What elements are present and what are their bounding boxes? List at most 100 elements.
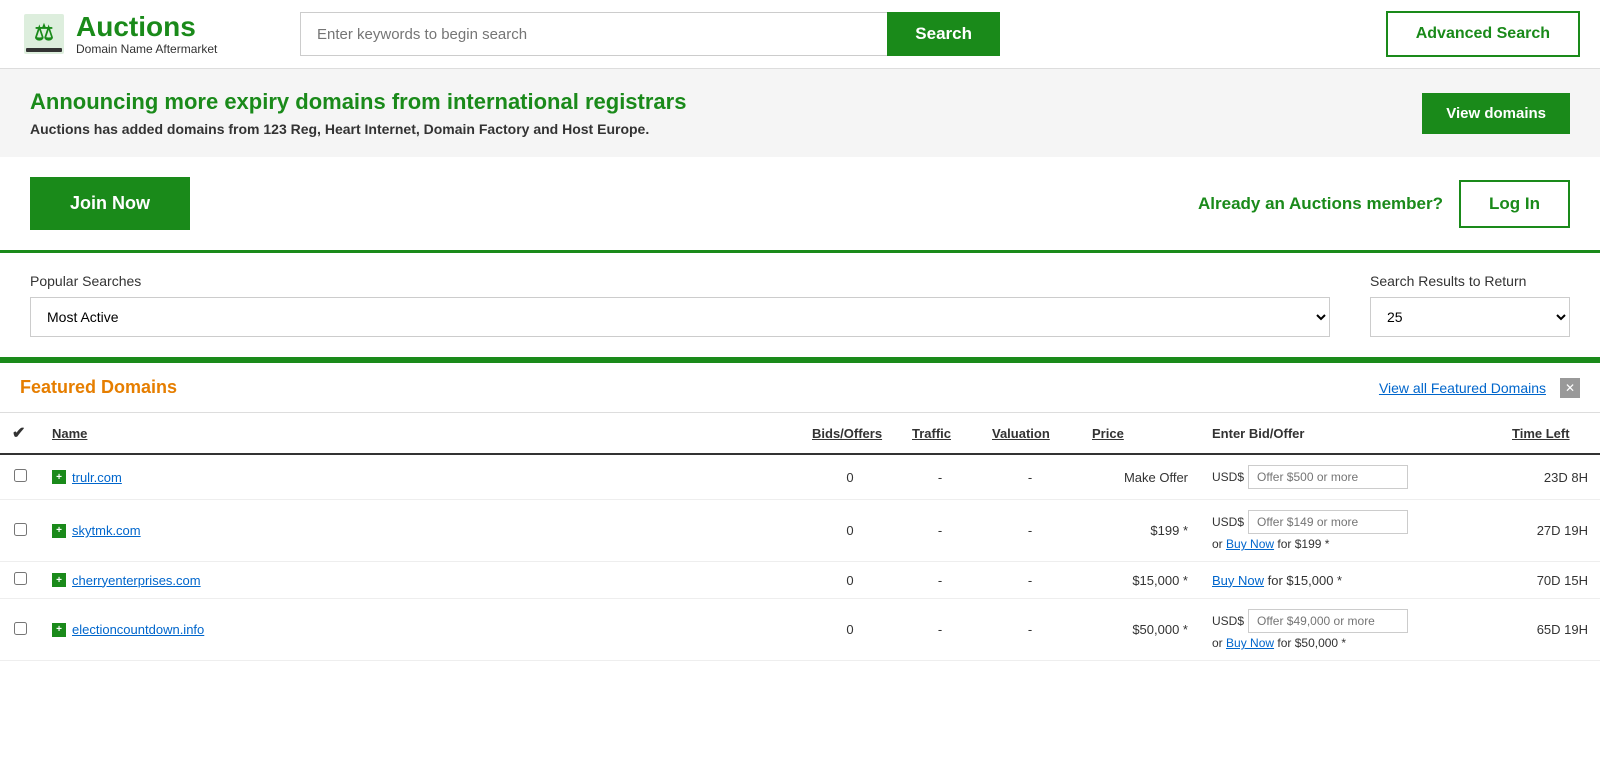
row-bids: 0 xyxy=(800,599,900,661)
featured-header-right: View all Featured Domains ✕ xyxy=(1379,378,1580,398)
domain-expand-icon[interactable]: + xyxy=(52,470,66,484)
row-time-left: 70D 15H xyxy=(1500,562,1600,599)
close-featured-button[interactable]: ✕ xyxy=(1560,378,1580,398)
search-input[interactable] xyxy=(300,12,887,56)
row-checkbox[interactable] xyxy=(14,572,27,585)
view-all-featured-link[interactable]: View all Featured Domains xyxy=(1379,380,1546,396)
bid-currency: USD$ xyxy=(1212,515,1244,529)
row-checkbox-cell xyxy=(0,500,40,562)
banner-body: Auctions has added domains from 123 Reg,… xyxy=(30,121,686,137)
table-row: +trulr.com0--Make OfferUSD$23D 8H xyxy=(0,454,1600,500)
row-bid-cell: USD$ or Buy Now for $199 * xyxy=(1200,500,1500,562)
buy-now-link[interactable]: Buy Now xyxy=(1226,636,1274,650)
featured-header: Featured Domains View all Featured Domai… xyxy=(0,363,1600,413)
row-valuation: - xyxy=(980,599,1080,661)
row-name-cell: + trulr.com xyxy=(40,454,800,500)
buy-now-price: for $199 * xyxy=(1274,537,1329,551)
bid-input[interactable] xyxy=(1248,510,1408,534)
row-checkbox-cell xyxy=(0,562,40,599)
th-name: Name xyxy=(40,413,800,454)
bid-input[interactable] xyxy=(1248,609,1408,633)
row-checkbox[interactable] xyxy=(14,469,27,482)
featured-section: Featured Domains View all Featured Domai… xyxy=(0,360,1600,661)
row-bids: 0 xyxy=(800,562,900,599)
header: ⚖ Auctions Domain Name Aftermarket Searc… xyxy=(0,0,1600,69)
row-valuation: - xyxy=(980,500,1080,562)
auth-right: Already an Auctions member? Log In xyxy=(1198,180,1570,228)
th-price: Price xyxy=(1080,413,1200,454)
row-checkbox-cell xyxy=(0,599,40,661)
row-bid-cell: USD$ xyxy=(1200,454,1500,500)
buy-now-link[interactable]: Buy Now xyxy=(1212,573,1264,588)
table-header-row: ✔ Name Bids/Offers Traffic Valuation Pri… xyxy=(0,413,1600,454)
row-price: Make Offer xyxy=(1080,454,1200,500)
row-price: $15,000 * xyxy=(1080,562,1200,599)
buy-now-link[interactable]: Buy Now xyxy=(1226,537,1274,551)
join-now-button[interactable]: Join Now xyxy=(30,177,190,230)
banner-heading: Announcing more expiry domains from inte… xyxy=(30,89,686,115)
th-valuation: Valuation xyxy=(980,413,1080,454)
th-bids: Bids/Offers xyxy=(800,413,900,454)
svg-text:⚖: ⚖ xyxy=(34,20,54,45)
advanced-search-button[interactable]: Advanced Search xyxy=(1386,11,1580,57)
search-filters: Popular Searches Most Active Expiring So… xyxy=(0,250,1600,360)
table-row: +electioncountdown.info0--$50,000 *USD$o… xyxy=(0,599,1600,661)
login-button[interactable]: Log In xyxy=(1459,180,1570,228)
row-checkbox-cell xyxy=(0,454,40,500)
row-time-left: 23D 8H xyxy=(1500,454,1600,500)
search-area: Search xyxy=(300,12,1000,56)
domain-name-link[interactable]: cherryenterprises.com xyxy=(72,573,201,588)
row-bids: 0 xyxy=(800,500,900,562)
th-bid: Enter Bid/Offer xyxy=(1200,413,1500,454)
row-price: $50,000 * xyxy=(1080,599,1200,661)
results-count-select[interactable]: 10 25 50 100 xyxy=(1370,297,1570,337)
row-traffic: - xyxy=(900,454,980,500)
bid-currency: USD$ xyxy=(1212,614,1244,628)
logo-subtitle: Domain Name Aftermarket xyxy=(76,42,217,56)
popular-searches-group: Popular Searches Most Active Expiring So… xyxy=(30,273,1330,337)
row-traffic: - xyxy=(900,562,980,599)
domain-expand-icon[interactable]: + xyxy=(52,524,66,538)
table-row: +cherryenterprises.com0--$15,000 *Buy No… xyxy=(0,562,1600,599)
row-bid-cell: Buy Now for $15,000 * xyxy=(1200,562,1500,599)
popular-searches-select[interactable]: Most Active Expiring Soon Newly Listed M… xyxy=(30,297,1330,337)
or-text: or xyxy=(1212,537,1226,551)
th-check: ✔ xyxy=(0,413,40,454)
logo-text: Auctions Domain Name Aftermarket xyxy=(76,12,217,57)
domain-name-link[interactable]: trulr.com xyxy=(72,470,122,485)
member-text: Already an Auctions member? xyxy=(1198,194,1443,214)
domain-name-link[interactable]: skytmk.com xyxy=(72,523,141,538)
domain-expand-icon[interactable]: + xyxy=(52,623,66,637)
domain-name-link[interactable]: electioncountdown.info xyxy=(72,622,204,637)
row-bid-cell: USD$or Buy Now for $50,000 * xyxy=(1200,599,1500,661)
check-all-icon: ✔ xyxy=(12,425,25,442)
row-bids: 0 xyxy=(800,454,900,500)
th-time-left: Time Left xyxy=(1500,413,1600,454)
th-traffic: Traffic xyxy=(900,413,980,454)
row-price: $199 * xyxy=(1080,500,1200,562)
domains-table: ✔ Name Bids/Offers Traffic Valuation Pri… xyxy=(0,413,1600,661)
logo-title: Auctions xyxy=(76,12,217,43)
bid-input[interactable] xyxy=(1248,465,1408,489)
search-button[interactable]: Search xyxy=(887,12,1000,56)
logo-icon: ⚖ xyxy=(20,10,68,58)
row-checkbox[interactable] xyxy=(14,622,27,635)
row-traffic: - xyxy=(900,599,980,661)
row-valuation: - xyxy=(980,454,1080,500)
banner-text: Announcing more expiry domains from inte… xyxy=(30,89,686,137)
row-valuation: - xyxy=(980,562,1080,599)
announcement-banner: Announcing more expiry domains from inte… xyxy=(0,69,1600,157)
table-row: +skytmk.com0--$199 *USD$or Buy Now for $… xyxy=(0,500,1600,562)
logo-area: ⚖ Auctions Domain Name Aftermarket xyxy=(20,10,280,58)
or-text: or xyxy=(1212,636,1226,650)
row-checkbox[interactable] xyxy=(14,523,27,536)
results-count-label: Search Results to Return xyxy=(1370,273,1570,289)
row-name-cell: + electioncountdown.info xyxy=(40,599,800,661)
featured-title: Featured Domains xyxy=(20,377,177,398)
row-time-left: 27D 19H xyxy=(1500,500,1600,562)
domain-expand-icon[interactable]: + xyxy=(52,573,66,587)
auth-row: Join Now Already an Auctions member? Log… xyxy=(0,157,1600,250)
row-time-left: 65D 19H xyxy=(1500,599,1600,661)
view-domains-button[interactable]: View domains xyxy=(1422,93,1570,134)
popular-searches-label: Popular Searches xyxy=(30,273,1330,289)
